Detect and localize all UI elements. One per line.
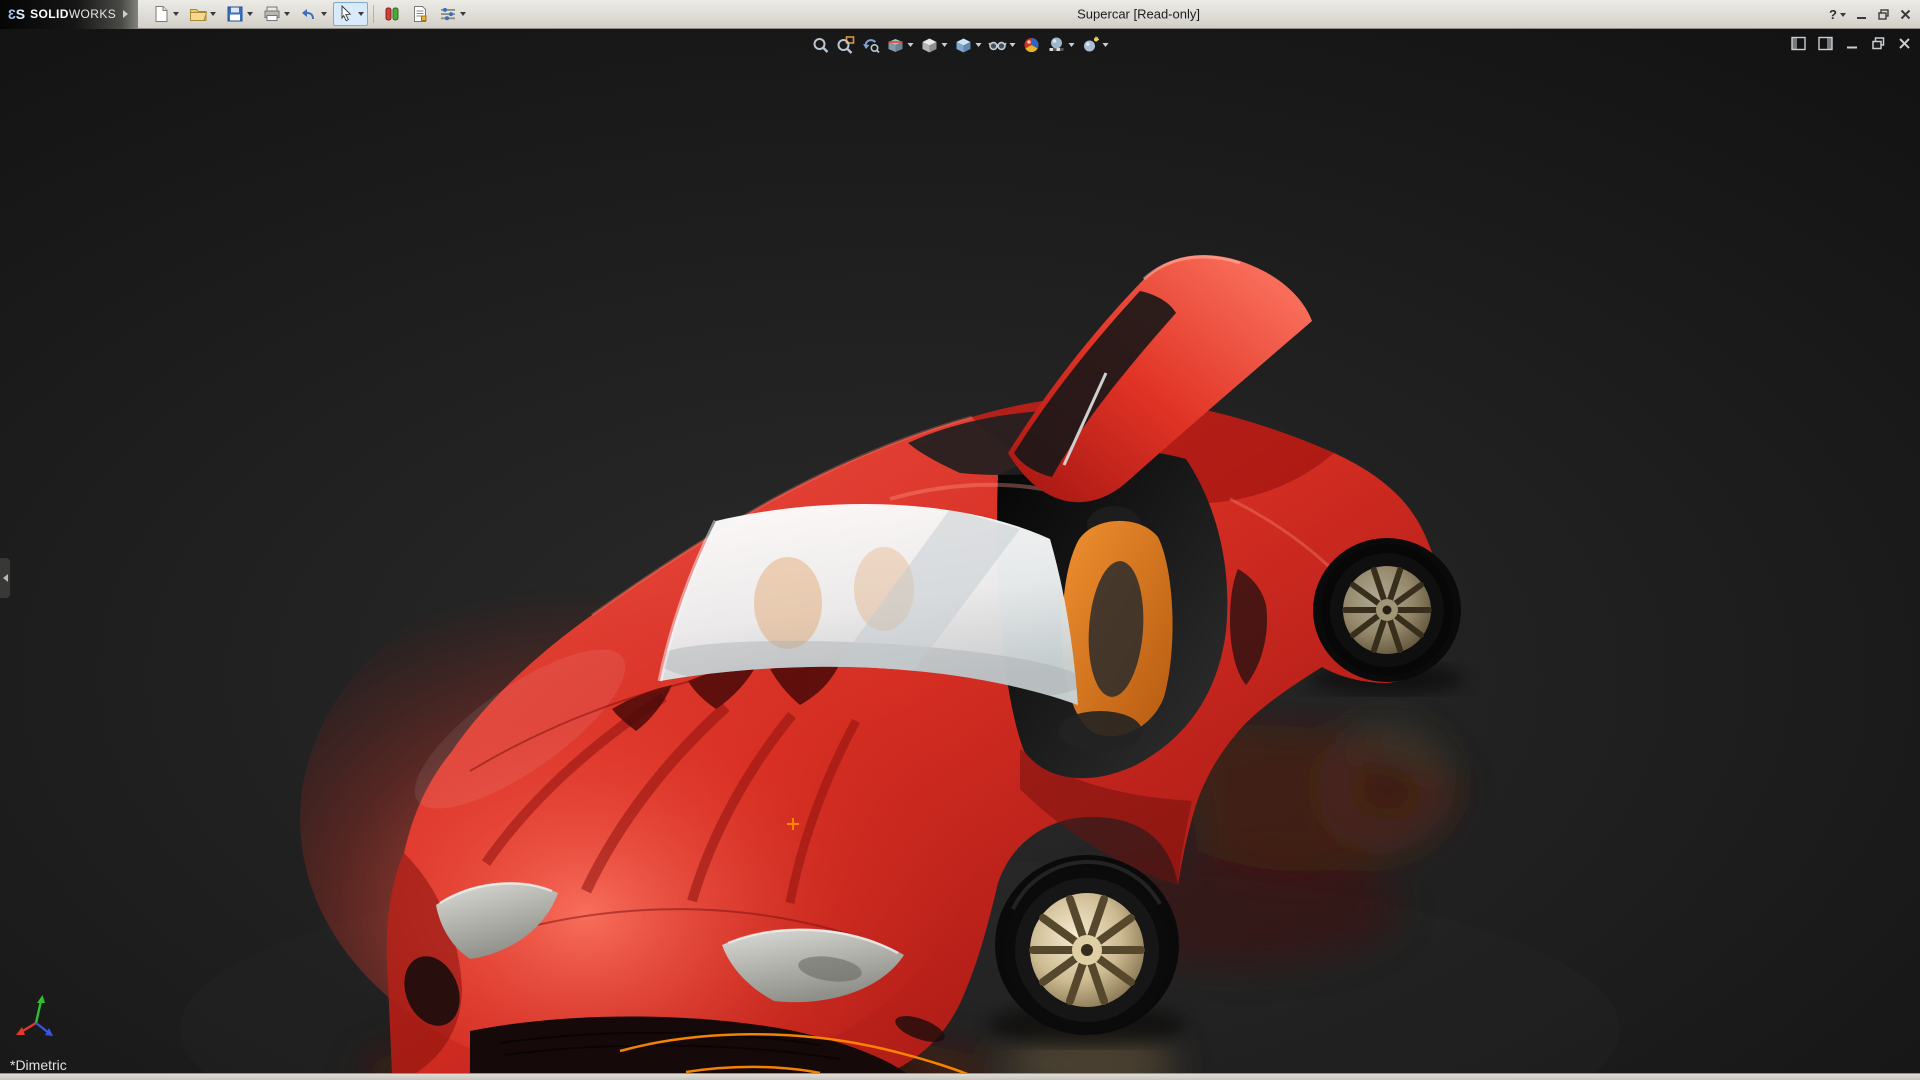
document-window-controls <box>1791 36 1912 51</box>
apply-scene-button[interactable] <box>1047 35 1076 55</box>
status-bar <box>0 1073 1920 1080</box>
view-orientation-label: *Dimetric <box>10 1057 67 1073</box>
display-style-button[interactable] <box>920 35 949 55</box>
solidworks-logo: 3S SOLIDWORKS <box>0 0 138 29</box>
print-icon <box>263 5 281 23</box>
select-cursor-icon <box>337 5 355 23</box>
y-axis-green <box>36 1001 41 1023</box>
solidworks-window: 3S SOLIDWORKS <box>0 0 1920 1080</box>
previous-view-button[interactable] <box>861 35 881 55</box>
dropdown-caret-icon[interactable] <box>460 12 466 16</box>
titlebar: 3S SOLIDWORKS <box>0 0 1920 29</box>
dropdown-caret-icon[interactable] <box>210 12 216 16</box>
menu-expand-arrow-icon[interactable] <box>123 10 128 18</box>
brand-text: SOLIDWORKS <box>30 7 116 21</box>
view-settings-sphere-icon <box>1082 36 1100 54</box>
expand-task-pane-icon[interactable] <box>1818 36 1834 51</box>
restore-document-icon[interactable] <box>1871 36 1886 51</box>
undo-arrow-icon <box>300 5 318 23</box>
magnifier-area-icon <box>837 36 855 54</box>
edit-appearance-button[interactable] <box>1022 35 1042 55</box>
window-title: Supercar [Read-only] <box>1077 7 1200 22</box>
open-button[interactable] <box>185 2 220 26</box>
dropdown-caret-icon[interactable] <box>1069 43 1075 47</box>
section-view-icon <box>887 36 905 54</box>
previous-view-icon <box>862 36 880 54</box>
window-controls: ? <box>1829 0 1912 29</box>
help-button[interactable]: ? <box>1829 7 1846 22</box>
front-wheel[interactable] <box>1004 862 1170 1033</box>
minimize-window-icon[interactable] <box>1855 8 1868 21</box>
new-document-button[interactable] <box>148 2 183 26</box>
rebuild-icon <box>383 5 401 23</box>
new-file-icon <box>152 5 170 23</box>
save-button[interactable] <box>222 2 257 26</box>
zoom-to-area-button[interactable] <box>836 35 856 55</box>
save-floppy-icon <box>226 5 244 23</box>
minimize-document-icon[interactable] <box>1845 36 1860 51</box>
view-settings-button[interactable] <box>1081 35 1110 55</box>
reference-triad[interactable] <box>16 993 80 1049</box>
heads-up-view-toolbar <box>811 35 1110 55</box>
dropdown-caret-icon[interactable] <box>247 12 253 16</box>
file-properties-button[interactable] <box>407 2 433 26</box>
dropdown-caret-icon[interactable] <box>284 12 290 16</box>
seat-cushion <box>1058 711 1142 751</box>
select-button[interactable] <box>333 2 368 26</box>
undo-button[interactable] <box>296 2 331 26</box>
featuremanager-expand-tab[interactable] <box>0 558 10 598</box>
eyeglasses-icon <box>989 36 1007 54</box>
magnifier-icon <box>812 36 830 54</box>
dropdown-caret-icon[interactable] <box>1010 43 1016 47</box>
dropdown-caret-icon[interactable] <box>1840 13 1846 17</box>
dropdown-caret-icon[interactable] <box>358 12 364 16</box>
close-document-icon[interactable] <box>1897 36 1912 51</box>
restore-window-icon[interactable] <box>1877 8 1890 21</box>
dropdown-caret-icon[interactable] <box>908 43 914 47</box>
view-orientation-button[interactable] <box>954 35 983 55</box>
graphics-area[interactable]: *Dimetric <box>0 29 1920 1073</box>
options-button[interactable] <box>435 2 470 26</box>
dropdown-caret-icon[interactable] <box>976 43 982 47</box>
section-view-button[interactable] <box>886 35 915 55</box>
rear-wheel[interactable] <box>1321 544 1453 676</box>
expand-feature-pane-icon[interactable] <box>1791 36 1807 51</box>
print-button[interactable] <box>259 2 294 26</box>
close-window-icon[interactable] <box>1899 8 1912 21</box>
model-scene[interactable] <box>0 29 1920 1073</box>
chevron-left-icon <box>3 574 8 582</box>
appearance-sphere-icon <box>1023 36 1041 54</box>
rebuild-button[interactable] <box>379 2 405 26</box>
standard-toolbar <box>148 2 470 26</box>
zoom-to-fit-button[interactable] <box>811 35 831 55</box>
open-folder-icon <box>189 5 207 23</box>
options-icon <box>439 5 457 23</box>
dropdown-caret-icon[interactable] <box>1103 43 1109 47</box>
dropdown-caret-icon[interactable] <box>173 12 179 16</box>
toolbar-separator <box>373 5 374 23</box>
view-cube-icon <box>955 36 973 54</box>
scene-sphere-icon <box>1048 36 1066 54</box>
hide-show-items-button[interactable] <box>988 35 1017 55</box>
dropdown-caret-icon[interactable] <box>321 12 327 16</box>
dropdown-caret-icon[interactable] <box>942 43 948 47</box>
y-arrowhead <box>37 995 45 1003</box>
display-style-cube-icon <box>921 36 939 54</box>
file-properties-icon <box>411 5 429 23</box>
ds-logo-mark: 3S <box>8 6 25 22</box>
